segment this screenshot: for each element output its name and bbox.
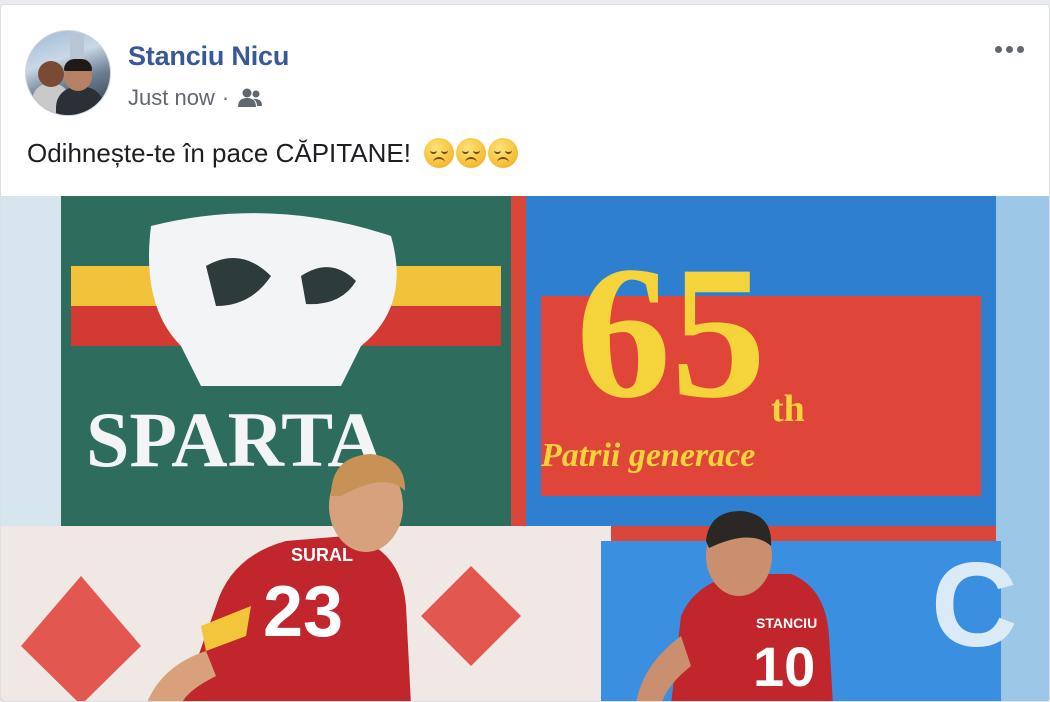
disappointed-face-emoji	[488, 138, 519, 168]
player-right-number: 10	[753, 635, 815, 698]
more-dot	[1016, 45, 1024, 53]
avatar-person-head	[38, 61, 64, 87]
disappointed-face-emoji	[424, 138, 455, 168]
avatar-person	[56, 87, 104, 115]
meta-separator: ·	[221, 85, 230, 110]
post-photo[interactable]: SPARTA 65 th Patrii generace C SURAL 23 …	[1, 196, 1049, 701]
photo-illustration: SPARTA 65 th Patrii generace C SURAL 23 …	[1, 196, 1049, 701]
disappointed-face-emoji	[456, 138, 487, 168]
post-message: Odihnește-te în pace CĂPITANE!	[27, 138, 411, 168]
avatar-person-hair	[64, 59, 92, 71]
post-timestamp[interactable]: Just now	[128, 85, 215, 111]
svg-text:C: C	[931, 538, 1018, 672]
friends-icon[interactable]	[236, 87, 264, 109]
feed-post: Stanciu Nicu Just now · Odihnește-te în …	[0, 4, 1050, 702]
author-avatar[interactable]	[25, 30, 111, 116]
post-meta: Just now ·	[128, 85, 264, 111]
post-header: Stanciu Nicu Just now ·	[1, 5, 1049, 116]
banner-right-text: Patrii generace	[540, 437, 755, 474]
player-left-name: SURAL	[291, 545, 353, 565]
more-dot	[1005, 45, 1013, 53]
more-options-icon[interactable]	[991, 35, 1027, 63]
banner-right-suffix: th	[771, 388, 805, 430]
author-name[interactable]: Stanciu Nicu	[128, 41, 289, 72]
player-left-number: 23	[263, 572, 343, 652]
player-right-name: STANCIU	[756, 615, 817, 631]
banner-right-number: 65	[576, 228, 766, 438]
more-dot	[994, 45, 1002, 53]
post-text: Odihnește-te în pace CĂPITANE!	[27, 138, 519, 169]
